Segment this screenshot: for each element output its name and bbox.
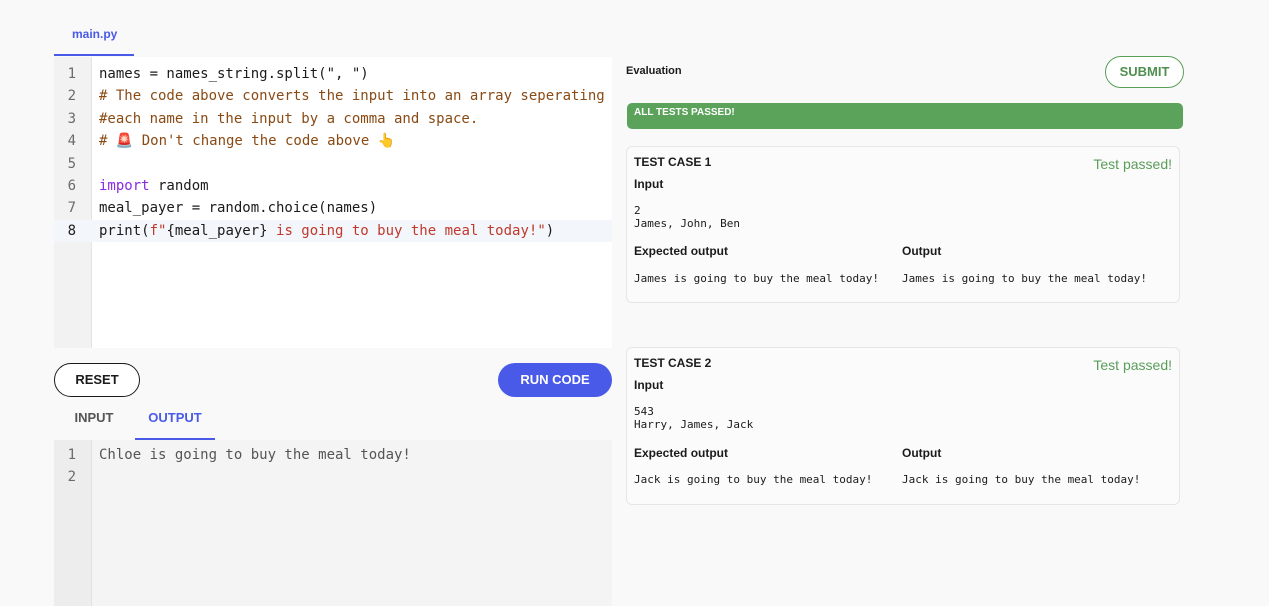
expected-output-value: James is going to buy the meal today! [634,272,880,285]
code-token: ) [545,222,555,239]
code-token: print( [99,222,150,239]
file-tab-main-py[interactable]: main.py [54,18,134,56]
code-token: meal_payer = random.choice(names) [99,200,378,217]
test-case-status: Test passed! [1093,156,1172,172]
line-number: 4 [67,133,76,150]
test-input-value: 2 James, John, Ben [634,204,740,230]
code-token: names = names_string.split(", ") [99,66,369,82]
console-line: 2 [54,466,612,488]
tab-input[interactable]: INPUT [54,402,134,440]
test-case-status: Test passed! [1093,357,1172,373]
code-lines[interactable]: 1 names = names_string.split(", ") 2 # The … [54,63,612,243]
code-text: # The code above converts the input into… [99,85,605,107]
test-input-value: 543 Harry, James, Jack [634,405,754,431]
all-tests-passed-banner: ALL TESTS PASSED! [627,103,1183,129]
console-text: Chloe is going to buy the meal today! [99,447,411,463]
code-line[interactable]: 6 import random [54,175,612,197]
code-editor[interactable]: 1 names = names_string.split(", ") 2 # The … [54,57,612,348]
console-lines: 1 Chloe is going to buy the meal today! 2 [54,444,612,489]
output-label: Output [902,446,942,460]
line-number: 5 [67,155,76,172]
code-token: # 🚨 Don't change the code above 👆 [99,133,396,150]
code-text: meal_payer = random.choice(names) [99,197,377,219]
code-token: import [99,177,150,194]
line-number: 1 [67,447,76,463]
code-text: print(f"{meal_payer} is going to buy the… [99,220,554,242]
test-case-title: TEST CASE 1 [634,155,712,169]
submit-button[interactable]: SUBMIT [1105,56,1184,88]
code-line[interactable]: 4 # 🚨 Don't change the code above 👆 [54,130,612,152]
file-tab-underline [54,54,134,56]
line-number: 7 [67,200,76,217]
code-text: # 🚨 Don't change the code above 👆 [99,130,395,152]
code-token: #each name in the input by a comma and s… [99,110,479,127]
console-line: 1 Chloe is going to buy the meal today! [54,444,612,466]
actual-output-value: Jack is going to buy the meal today! [902,473,1141,486]
expected-output-label: Expected output [634,244,729,258]
banner-text: ALL TESTS PASSED! [634,107,735,118]
run-code-button[interactable]: RUN CODE [498,363,612,397]
code-token: is going to buy the meal today!" [267,222,546,239]
tab-input-label: INPUT [74,410,114,425]
output-console[interactable]: 1 Chloe is going to buy the meal today! 2 [54,440,612,606]
code-line[interactable]: 3 #each name in the input by a comma and … [54,108,612,130]
code-token: # The code above converts the input into… [99,88,605,105]
actual-output-value: James is going to buy the meal today! [902,272,1148,285]
expected-output-value: Jack is going to buy the meal today! [634,473,873,486]
line-number: 2 [67,469,76,486]
test-case-title: TEST CASE 2 [634,356,712,370]
code-token: {meal_payer} [166,222,268,239]
code-text: names = names_string.split(", ") [99,63,369,85]
tab-output[interactable]: OUTPUT [135,402,215,440]
code-line[interactable]: 7 meal_payer = random.choice(names) [54,197,612,219]
tab-output-label: OUTPUT [148,410,202,425]
code-line[interactable]: 5 [54,153,612,175]
line-number: 8 [67,222,76,239]
code-token: random [149,177,209,194]
code-line[interactable]: 1 names = names_string.split(", ") [54,63,612,85]
reset-button[interactable]: RESET [54,363,140,397]
code-line[interactable]: 2 # The code above converts the input int… [54,85,612,107]
code-line[interactable]: 8 print(f"{meal_payer} is going to buy th… [54,219,612,243]
evaluation-title: Evaluation [626,65,682,77]
expected-output-label: Expected output [634,446,729,460]
line-number: 3 [67,110,76,127]
input-label: Input [634,378,664,392]
code-text: import random [99,175,209,197]
output-label: Output [902,244,942,258]
line-number: 2 [67,88,76,105]
file-tab-label: main.py [72,27,118,41]
line-number: 6 [67,177,76,194]
code-text: #each name in the input by a comma and s… [99,108,478,130]
input-label: Input [634,177,664,191]
test-case-card: TEST CASE 1 Test passed! Input 2 James, … [626,146,1180,303]
line-number: 1 [67,66,76,82]
code-token: f" [149,222,167,239]
test-case-card: TEST CASE 2 Test passed! Input 543 Harry… [626,347,1180,505]
